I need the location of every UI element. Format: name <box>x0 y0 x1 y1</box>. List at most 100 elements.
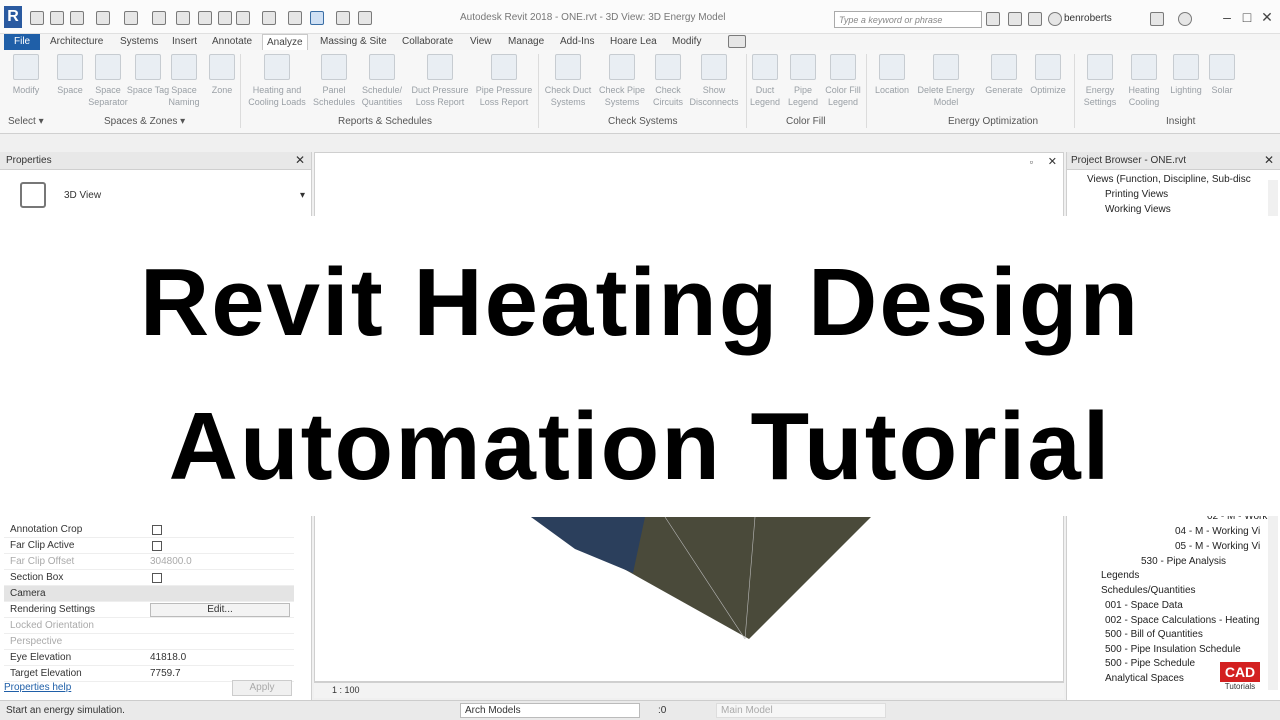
restore-icon[interactable]: ▫ <box>1030 157 1033 167</box>
panel-toggle-icon[interactable] <box>728 35 746 48</box>
view-scale[interactable]: 1 : 100 <box>332 685 360 695</box>
duct-legend-button[interactable]: Duct Legend <box>744 54 786 114</box>
user-name[interactable]: benroberts <box>1064 13 1112 24</box>
close-icon[interactable]: ✕ <box>295 153 305 167</box>
exchange-apps-icon[interactable] <box>1150 12 1164 26</box>
schedule-quantities-button[interactable]: Schedule/ Quantities <box>358 54 406 114</box>
energy-settings-button[interactable]: Energy Settings <box>1076 54 1124 114</box>
group-spaces-zones[interactable]: Spaces & Zones ▾ <box>104 116 185 127</box>
tab-file[interactable]: File <box>4 34 41 50</box>
show-disconnects-button[interactable]: Show Disconnects <box>686 54 742 114</box>
switch-windows-icon[interactable] <box>358 11 372 25</box>
target-elevation-value[interactable]: 7759.7 <box>150 668 181 679</box>
properties-help-link[interactable]: Properties help <box>4 682 71 693</box>
tree-item[interactable]: 001 - Space Data <box>1105 600 1183 611</box>
far-clip-offset-value[interactable]: 304800.0 <box>150 556 192 567</box>
save-icon[interactable] <box>50 11 64 25</box>
pipe-pressure-report-button[interactable]: Pipe Pressure Loss Report <box>472 54 536 114</box>
thin-lines-icon[interactable] <box>310 11 324 25</box>
pipe-legend-button[interactable]: Pipe Legend <box>782 54 824 114</box>
tab-analyze[interactable]: Analyze <box>262 34 308 50</box>
tab-view[interactable]: View <box>466 34 496 50</box>
prop-section-camera[interactable]: Camera <box>4 586 294 602</box>
close-icon[interactable]: ✕ <box>1258 8 1276 26</box>
duct-pressure-report-button[interactable]: Duct Pressure Loss Report <box>408 54 472 114</box>
tree-item[interactable]: 500 - Pipe Schedule <box>1105 658 1195 669</box>
apply-button[interactable]: Apply <box>232 680 292 696</box>
user-icon[interactable] <box>1048 12 1062 26</box>
check-duct-button[interactable]: Check Duct Systems <box>540 54 596 114</box>
tree-item[interactable]: Legends <box>1101 570 1139 581</box>
dimension-icon[interactable] <box>198 11 212 25</box>
default-3d-icon[interactable] <box>262 11 276 25</box>
maximize-icon[interactable]: □ <box>1238 8 1256 26</box>
check-pipe-button[interactable]: Check Pipe Systems <box>596 54 648 114</box>
tree-item[interactable]: Schedules/Quantities <box>1101 585 1196 596</box>
tree-item[interactable]: 04 - M - Working Vi <box>1175 526 1260 537</box>
tree-item[interactable]: Printing Views <box>1105 189 1168 200</box>
eye-elevation-value[interactable]: 41818.0 <box>150 652 186 663</box>
tree-item[interactable]: 500 - Pipe Insulation Schedule <box>1105 644 1241 655</box>
edit-button[interactable]: Edit... <box>150 603 290 617</box>
tree-item[interactable]: 530 - Pipe Analysis <box>1141 556 1226 567</box>
tree-item[interactable]: Working Views <box>1105 204 1171 215</box>
close-hidden-icon[interactable] <box>336 11 350 25</box>
subscription-icon[interactable] <box>1008 12 1022 26</box>
tree-item[interactable]: 002 - Space Calculations - Heating <box>1105 615 1260 626</box>
solar-button[interactable]: Solar <box>1198 54 1246 114</box>
close-icon[interactable]: ✕ <box>1264 153 1274 167</box>
workset-dropdown[interactable]: Arch Models <box>460 703 640 718</box>
section-box-checkbox[interactable] <box>152 573 162 583</box>
location-button[interactable]: Location <box>868 54 916 114</box>
heating-cooling-loads-button[interactable]: Heating and Cooling Loads <box>246 54 308 114</box>
annotation-crop-checkbox[interactable] <box>152 525 162 535</box>
search-input[interactable] <box>834 11 982 28</box>
modify-button[interactable]: Modify <box>2 54 50 114</box>
tree-item[interactable]: Analytical Spaces <box>1105 673 1184 684</box>
tree-item[interactable]: Views (Function, Discipline, Sub-disc <box>1087 174 1251 185</box>
far-clip-active-checkbox[interactable] <box>152 541 162 551</box>
tab-annotate[interactable]: Annotate <box>208 34 256 50</box>
optimize-button[interactable]: Optimize <box>1024 54 1072 114</box>
tab-hoare-lea[interactable]: Hoare Lea <box>606 34 661 50</box>
tab-massing-site[interactable]: Massing & Site <box>316 34 391 50</box>
tab-manage[interactable]: Manage <box>504 34 548 50</box>
tab-systems[interactable]: Systems <box>116 34 162 50</box>
tab-architecture[interactable]: Architecture <box>46 34 107 50</box>
design-option-dropdown[interactable]: Main Model <box>716 703 886 718</box>
tab-insert[interactable]: Insert <box>168 34 201 50</box>
tab-collaborate[interactable]: Collaborate <box>398 34 457 50</box>
revit-logo[interactable]: R <box>4 6 22 28</box>
check-circuits-button[interactable]: Check Circuits <box>646 54 690 114</box>
heating-cooling-button[interactable]: Heating Cooling <box>1120 54 1168 114</box>
tree-item[interactable]: 05 - M - Working Vi <box>1175 541 1260 552</box>
minimize-icon[interactable]: – <box>1218 8 1236 26</box>
undo-icon[interactable] <box>96 11 110 25</box>
print-icon[interactable] <box>152 11 166 25</box>
panel-schedules-button[interactable]: Panel Schedules <box>310 54 358 114</box>
measure-icon[interactable] <box>176 11 190 25</box>
zone-button[interactable]: Zone <box>198 54 246 114</box>
communication-icon[interactable] <box>1028 12 1042 26</box>
color-fill-legend-button[interactable]: Color Fill Legend <box>820 54 866 114</box>
tab-modify[interactable]: Modify <box>668 34 705 50</box>
chevron-down-icon[interactable]: ▾ <box>300 190 305 201</box>
binoculars-icon[interactable] <box>986 12 1000 26</box>
generate-button[interactable]: Generate <box>980 54 1028 114</box>
text-icon[interactable] <box>236 11 250 25</box>
type-selector[interactable]: 3D View ▾ <box>0 170 311 220</box>
tag-icon[interactable] <box>218 11 232 25</box>
window-title: Autodesk Revit 2018 - ONE.rvt - 3D View:… <box>460 12 726 23</box>
tree-item[interactable]: 500 - Bill of Quantities <box>1105 629 1203 640</box>
group-insight: Insight <box>1166 116 1196 127</box>
prop-row: Far Clip Offset 304800.0 <box>4 554 294 570</box>
section-icon[interactable] <box>288 11 302 25</box>
close-icon[interactable]: ✕ <box>1048 155 1057 168</box>
delete-energy-model-button[interactable]: Delete Energy Model <box>914 54 978 114</box>
sync-icon[interactable] <box>70 11 84 25</box>
help-icon[interactable] <box>1178 12 1192 26</box>
open-icon[interactable] <box>30 11 44 25</box>
group-select[interactable]: Select ▾ <box>8 116 44 127</box>
tab-add-ins[interactable]: Add-Ins <box>556 34 598 50</box>
redo-icon[interactable] <box>124 11 138 25</box>
